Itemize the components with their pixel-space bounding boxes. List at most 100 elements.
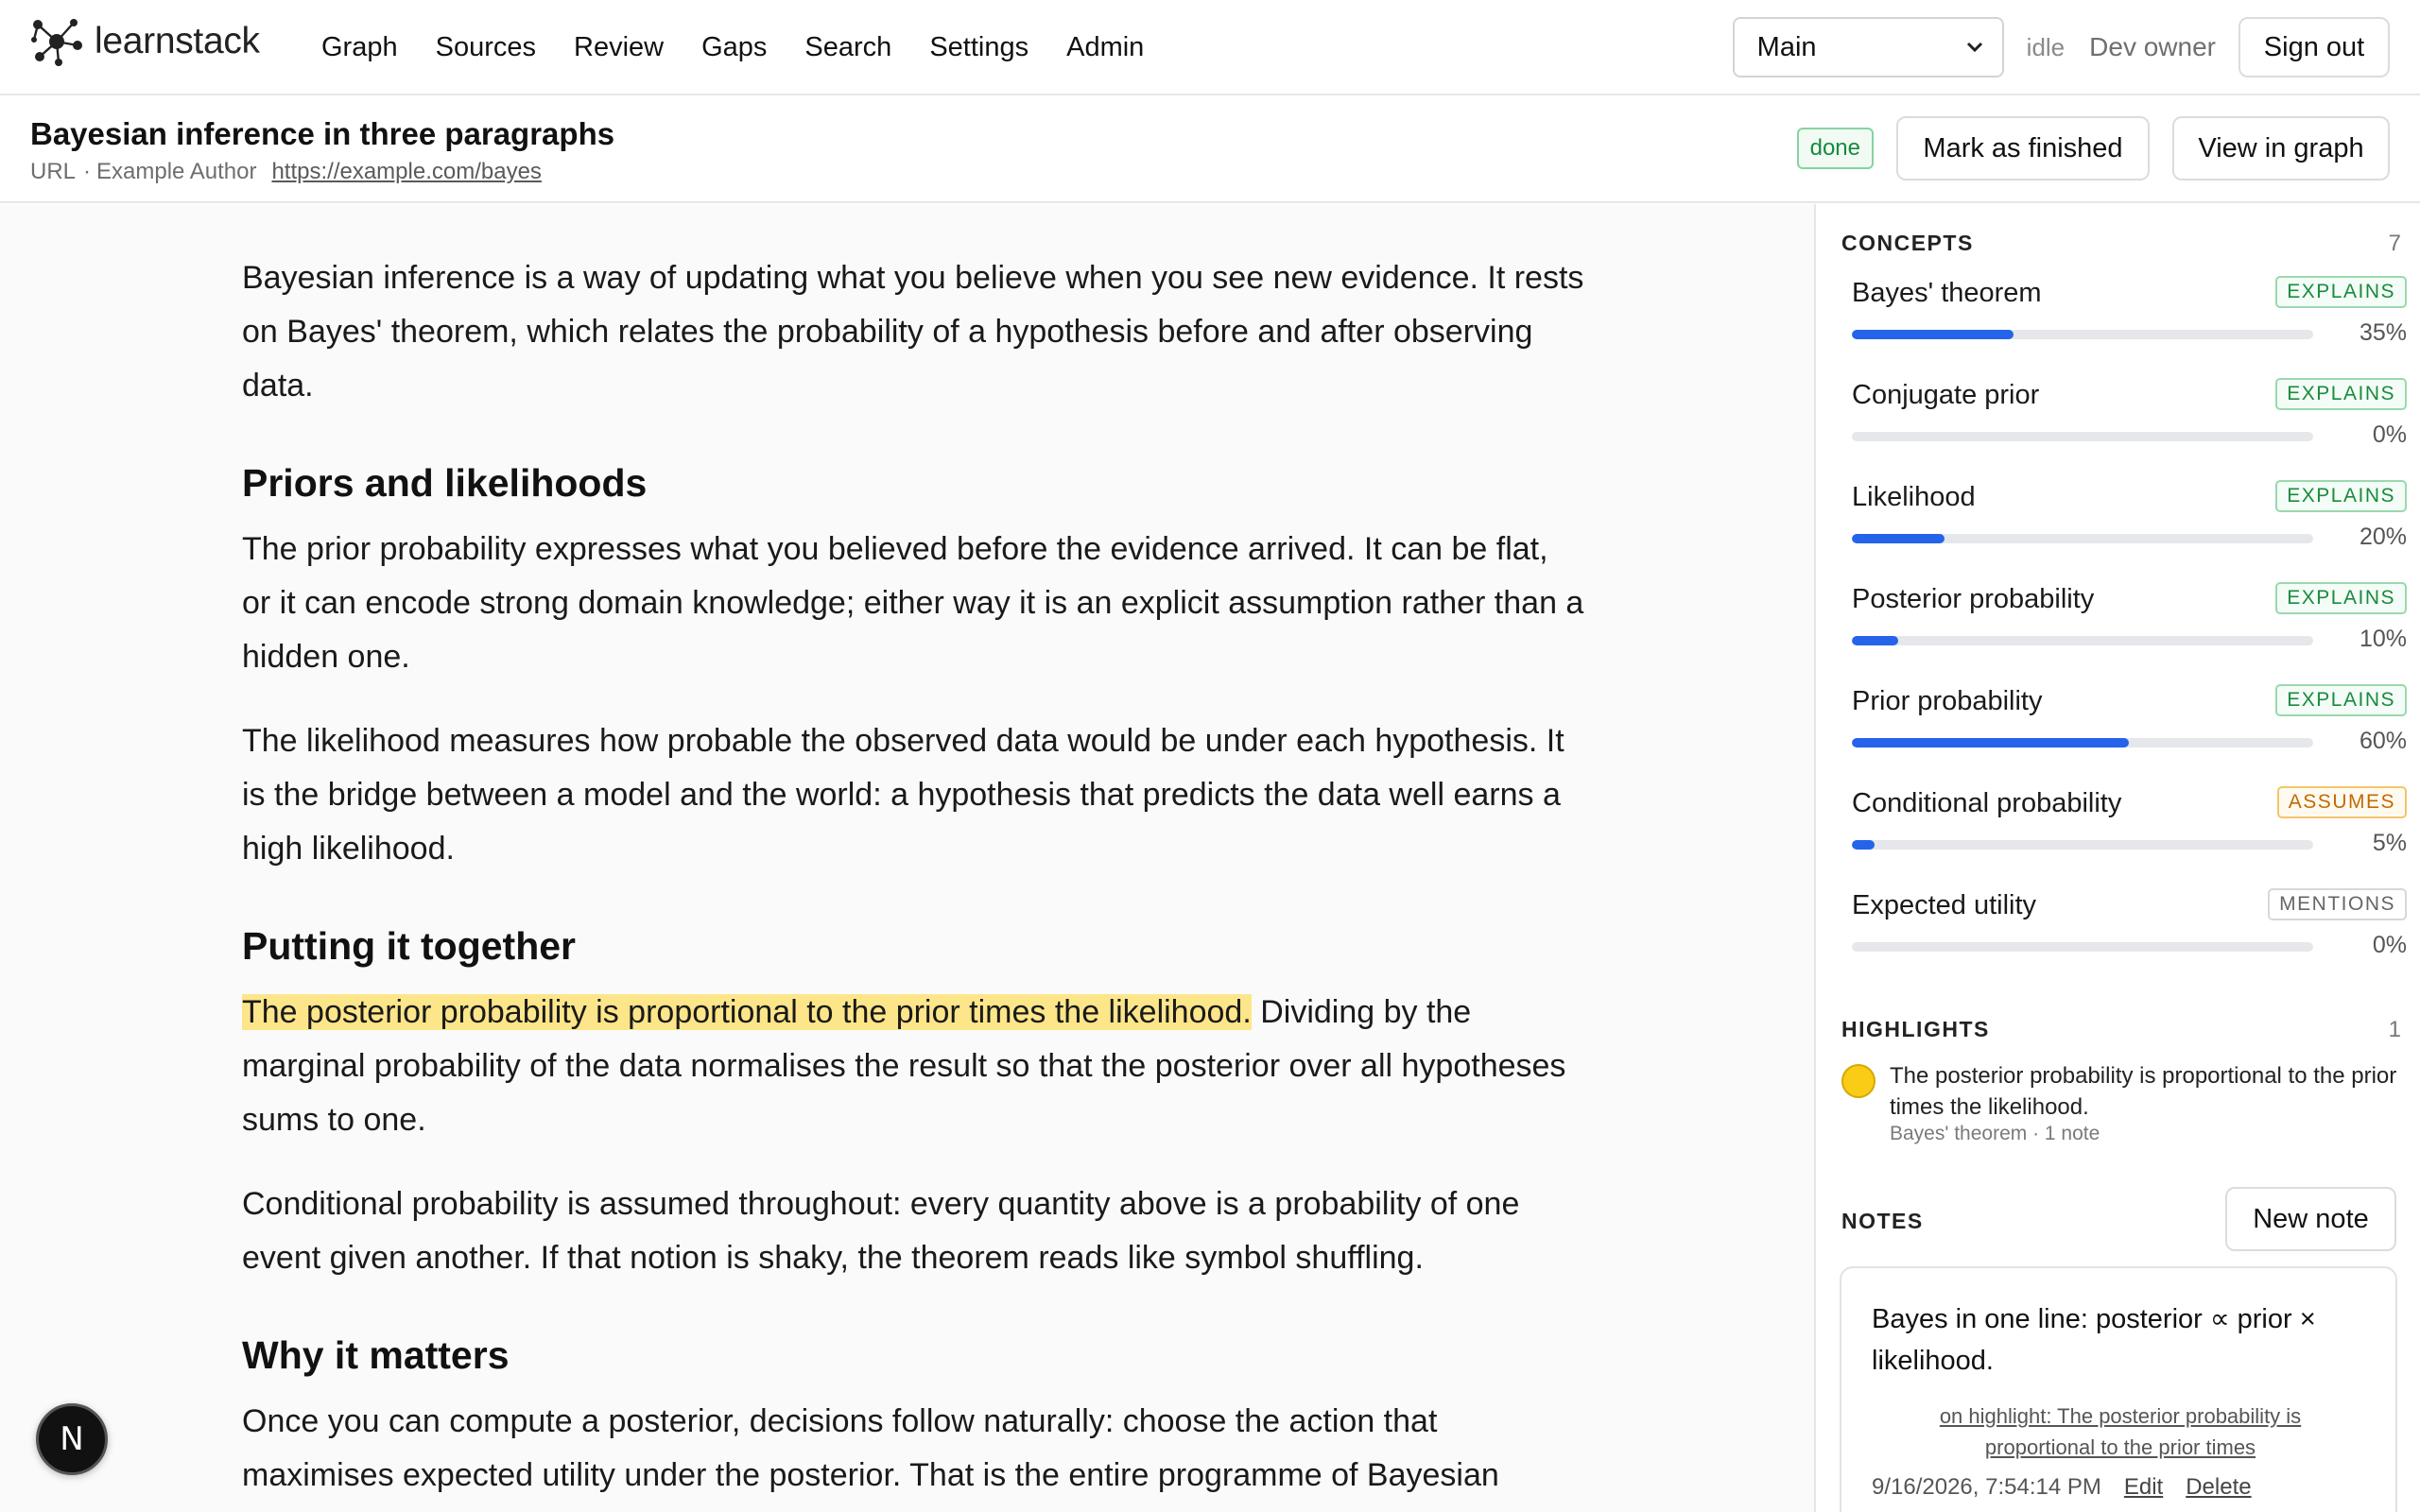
concept-name: Conditional probability <box>1852 788 2122 818</box>
nav-review[interactable]: Review <box>574 25 664 70</box>
concept-item[interactable]: Likelihood EXPLAINS 20% <box>1852 480 2407 584</box>
paragraph[interactable]: The likelihood measures how probable the… <box>242 714 1584 876</box>
document-url-link[interactable]: https://example.com/bayes <box>271 159 541 185</box>
meta-separator: · <box>83 159 92 184</box>
concept-name: Expected utility <box>1852 890 2037 920</box>
mark-finished-button[interactable]: Mark as finished <box>1896 116 2150 180</box>
relation-badge: EXPLAINS <box>2275 378 2407 410</box>
concept-name: Likelihood <box>1852 482 1976 512</box>
chevron-down-icon <box>1966 42 1982 53</box>
progress-fill <box>1852 534 1945 543</box>
relation-badge: EXPLAINS <box>2275 276 2407 308</box>
section-heading: Why it matters <box>242 1333 510 1377</box>
document-actions: done Mark as finished View in graph <box>1796 116 2390 180</box>
notes-label: NOTES <box>1841 1209 1924 1233</box>
top-nav: learnstack Graph Sources Review Gaps Sea… <box>0 0 2420 95</box>
note-card[interactable]: Bayes in one line: posterior ∝ prior × l… <box>1840 1266 2397 1512</box>
concept-item[interactable]: Conjugate prior EXPLAINS 0% <box>1852 378 2407 482</box>
progress-fill <box>1852 840 1876 850</box>
paragraph[interactable]: The posterior probability is proportiona… <box>242 986 1584 1147</box>
progress-percent: 0% <box>2372 932 2407 958</box>
progress-fill <box>1852 330 2014 339</box>
relation-badge: EXPLAINS <box>2275 480 2407 512</box>
nav-search[interactable]: Search <box>804 25 891 70</box>
brand[interactable]: learnstack <box>30 15 260 68</box>
view-in-graph-button[interactable]: View in graph <box>2172 116 2390 180</box>
concept-item[interactable]: Prior probability EXPLAINS 60% <box>1852 684 2407 788</box>
relation-badge: MENTIONS <box>2268 888 2407 920</box>
progress-bar <box>1852 432 2313 441</box>
relation-badge: EXPLAINS <box>2275 582 2407 614</box>
document-meta: URL · Example Author https://example.com… <box>30 159 542 185</box>
document-type: URL <box>30 159 77 184</box>
note-highlight-link[interactable]: on highlight: The posterior probability … <box>1898 1400 2342 1463</box>
document-author: Example Author <box>96 159 257 184</box>
concept-name: Prior probability <box>1852 686 2043 716</box>
section-heading: Putting it together <box>242 924 577 968</box>
graph-logo-icon <box>31 19 82 66</box>
note-timestamp: 9/16/2026, 7:54:14 PM <box>1872 1474 2101 1500</box>
brand-name: learnstack <box>95 21 260 61</box>
nav-admin[interactable]: Admin <box>1066 25 1144 70</box>
highlights-count: 1 <box>2388 1017 2401 1042</box>
new-note-button[interactable]: New note <box>2225 1187 2396 1251</box>
paragraph[interactable]: Conditional probability is assumed throu… <box>242 1177 1584 1285</box>
progress-bar <box>1852 738 2313 747</box>
edit-note-link[interactable]: Edit <box>2124 1474 2163 1501</box>
concept-name: Posterior probability <box>1852 584 2095 614</box>
progress-fill <box>1852 738 2129 747</box>
highlight-color-dot <box>1841 1064 1876 1098</box>
document-title: Bayesian inference in three paragraphs <box>30 116 615 151</box>
delete-note-link[interactable]: Delete <box>2186 1474 2251 1501</box>
concepts-count: 7 <box>2388 231 2401 256</box>
document-header: Bayesian inference in three paragraphs U… <box>0 95 2420 203</box>
concepts-label: CONCEPTS <box>1841 231 1974 255</box>
note-footer: 9/16/2026, 7:54:14 PM Edit Delete <box>1872 1474 2252 1501</box>
highlights-label: HIGHLIGHTS <box>1841 1017 1990 1041</box>
highlighted-text[interactable]: The posterior probability is proportiona… <box>242 994 1252 1030</box>
note-body: Bayes in one line: posterior ∝ prior × l… <box>1872 1304 2316 1376</box>
paragraph[interactable]: Bayesian inference is a way of updating … <box>242 251 1584 413</box>
highlight-meta: Bayes' theorem · 1 note <box>1890 1123 2100 1144</box>
paragraph[interactable]: Once you can compute a posterior, decisi… <box>242 1395 1584 1503</box>
concept-item[interactable]: Conditional probability ASSUMES 5% <box>1852 786 2407 890</box>
nav-right: Main idle Dev owner Sign out <box>1732 17 2390 77</box>
progress-fill <box>1852 636 1898 645</box>
concept-item[interactable]: Posterior probability EXPLAINS 10% <box>1852 582 2407 686</box>
concept-item[interactable]: Bayes' theorem EXPLAINS 35% <box>1852 276 2407 380</box>
workspace-select-value: Main <box>1756 31 1817 62</box>
nav-sources[interactable]: Sources <box>436 25 536 70</box>
progress-bar <box>1852 636 2313 645</box>
paragraph[interactable]: The prior probability expresses what you… <box>242 523 1584 684</box>
relation-badge: ASSUMES <box>2276 786 2407 818</box>
progress-bar <box>1852 840 2313 850</box>
progress-bar <box>1852 534 2313 543</box>
progress-bar <box>1852 942 2313 952</box>
section-heading: Priors and likelihoods <box>242 461 648 505</box>
progress-bar <box>1852 330 2313 339</box>
progress-percent: 0% <box>2372 421 2407 448</box>
sync-status: idle <box>2026 32 2066 61</box>
progress-percent: 20% <box>2359 524 2407 550</box>
main-nav: Graph Sources Review Gaps Search Setting… <box>321 25 1182 70</box>
article-body: Bayesian inference is a way of updating … <box>242 251 1584 1512</box>
sign-out-button[interactable]: Sign out <box>2238 17 2390 77</box>
progress-percent: 60% <box>2359 728 2407 754</box>
workspace-select[interactable]: Main <box>1732 17 2004 77</box>
highlight-text: The posterior probability is proportiona… <box>1890 1063 2397 1120</box>
highlights-header: HIGHLIGHTS 1 <box>1841 1017 2401 1043</box>
status-badge: done <box>1796 128 1874 169</box>
relation-badge: EXPLAINS <box>2275 684 2407 716</box>
nav-gaps[interactable]: Gaps <box>701 25 767 70</box>
concept-item[interactable]: Expected utility MENTIONS 0% <box>1852 888 2407 992</box>
concept-name: Bayes' theorem <box>1852 278 2042 308</box>
next-dev-indicator[interactable]: N <box>36 1403 108 1475</box>
progress-percent: 5% <box>2372 830 2407 856</box>
progress-percent: 10% <box>2359 626 2407 652</box>
progress-percent: 35% <box>2359 319 2407 346</box>
owner-label: Dev owner <box>2089 32 2216 61</box>
article-pane[interactable]: Bayesian inference is a way of updating … <box>0 204 1814 1512</box>
concept-name: Conjugate prior <box>1852 380 2040 410</box>
nav-settings[interactable]: Settings <box>929 25 1028 70</box>
nav-graph[interactable]: Graph <box>321 25 398 70</box>
